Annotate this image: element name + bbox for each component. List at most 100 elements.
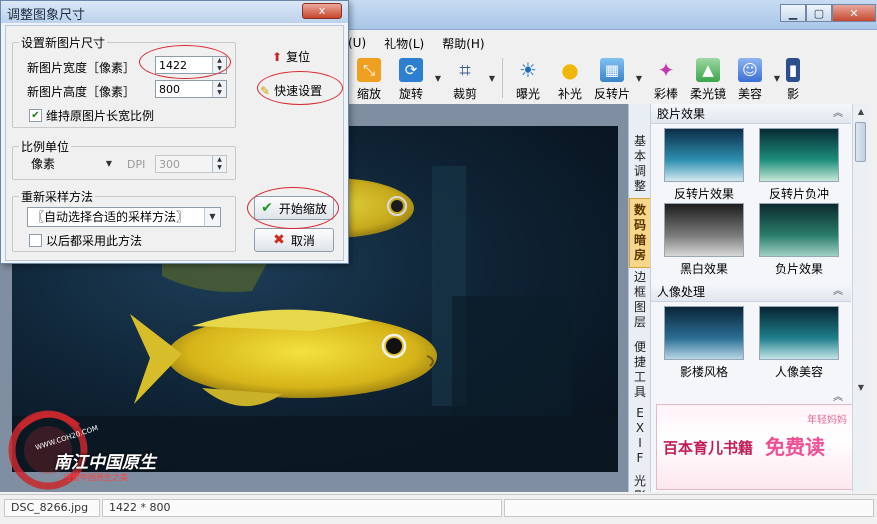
spin-up-icon[interactable]: ▲	[213, 81, 226, 89]
menu-gift[interactable]: 礼物(L)	[384, 35, 424, 52]
toolbar-separator	[502, 58, 503, 98]
toolbar-soft-lens-button[interactable]: ▲ 柔光镜	[687, 54, 729, 102]
checkmark-icon[interactable]: ✔	[29, 109, 42, 122]
thumb-reversal-negative[interactable]: 反转片负冲	[759, 128, 839, 202]
tab-basic-adjust[interactable]: 基本调整	[629, 134, 651, 194]
toolbar-shadow-label: 影	[786, 87, 799, 101]
quick-settings-button[interactable]: ✎ 快速设置	[260, 82, 322, 99]
maximize-icon: ▢	[813, 6, 825, 20]
dialog-titlebar[interactable]: 调整图象尺寸 x	[1, 1, 348, 23]
collapse-icon[interactable]: ︽	[833, 104, 843, 124]
toolbar-exposure-button[interactable]: ☀ 曝光	[507, 54, 549, 102]
thumb-image	[759, 128, 839, 182]
tab-exif[interactable]: EXIF	[629, 406, 651, 466]
toolbar-reversal-film-label: 反转片	[593, 87, 630, 101]
cancel-button[interactable]: ✖ 取消	[254, 228, 334, 252]
reset-button[interactable]: ⬆ 复位	[272, 48, 310, 65]
crop-icon: ⌗	[459, 58, 471, 82]
thumb-black-white[interactable]: 黑白效果	[664, 203, 744, 277]
start-resize-button[interactable]: ✔ 开始缩放	[254, 196, 334, 220]
width-input[interactable]	[156, 57, 212, 73]
toolbar-resize-button[interactable]: ⤡ 缩放	[348, 54, 390, 102]
group-resample-title: 重新采样方法	[19, 188, 96, 205]
toolbar-rotate-button[interactable]: ⟳ 旋转	[390, 54, 432, 102]
shadow-icon: ▮	[786, 58, 800, 82]
panel-scrollbar[interactable]: ▲ ▼	[852, 104, 868, 492]
section-portrait[interactable]: 人像处理 ︽	[651, 282, 851, 302]
rotate-icon: ⟳	[399, 58, 423, 82]
dpi-spin-buttons: ▲ ▼	[212, 156, 226, 172]
ad-banner[interactable]: 年轻妈妈 百本育儿书籍 免费读	[656, 404, 860, 490]
toolbar-reversal-film-button[interactable]: ▦ 反转片	[591, 54, 633, 102]
tab-frame-layer[interactable]: 边框图层	[629, 270, 651, 330]
toolbar-color-wand-label: 彩棒	[653, 87, 678, 101]
minimize-button[interactable]: ▁	[780, 4, 806, 22]
status-filename: DSC_8266.jpg	[4, 499, 100, 517]
minimize-icon: ▁	[788, 6, 798, 20]
height-spin-buttons[interactable]: ▲ ▼	[212, 81, 226, 97]
watermark-tagline: 守望中国原生之美	[64, 473, 128, 482]
scroll-thumb[interactable]	[855, 122, 866, 162]
remember-method-checkbox[interactable]: 以后都采用此方法	[29, 232, 142, 249]
soft-lens-icon: ▲	[696, 58, 720, 82]
section-film-effects[interactable]: 胶片效果 ︽	[651, 104, 851, 124]
tab-quick-tools[interactable]: 便捷工具	[629, 340, 651, 400]
thumb-studio-style[interactable]: 影楼风格	[664, 306, 744, 380]
maximize-button[interactable]: ▢	[806, 4, 832, 22]
tab-digital-darkroom-label: 数码暗房	[634, 203, 647, 262]
scroll-up-icon[interactable]: ▲	[853, 104, 869, 120]
thumb-reversal-film[interactable]: 反转片效果	[664, 128, 744, 202]
close-window-button[interactable]: ✕	[832, 4, 876, 22]
section-film-effects-title: 胶片效果	[657, 107, 706, 121]
menu-help[interactable]: 帮助(H)	[442, 35, 484, 52]
toolbar-beauty-button[interactable]: ☺ 美容	[729, 54, 771, 102]
scroll-down-icon[interactable]: ▼	[853, 380, 869, 396]
spin-down-icon[interactable]: ▼	[213, 89, 226, 97]
chevron-down-icon[interactable]: ▼	[101, 155, 117, 173]
watermark-brand: 南江中国原生	[54, 453, 156, 473]
thumb-portrait-beauty[interactable]: 人像美容	[759, 306, 839, 380]
beauty-icon: ☺	[738, 58, 762, 82]
width-spinner[interactable]: ▲▼	[155, 56, 227, 74]
width-label: 新图片宽度［像素］	[27, 61, 136, 75]
resample-method-value: 〖自动选择合适的采样方法〗	[32, 210, 189, 224]
unit-select-value: 像素	[31, 157, 56, 171]
spin-up-icon[interactable]: ▲	[213, 57, 226, 65]
dialog-close-button[interactable]: x	[302, 3, 342, 19]
color-wand-icon: ✦	[657, 58, 675, 82]
rotate-dropdown-arrow[interactable]: ▼	[432, 54, 444, 102]
toolbar-shadow-button[interactable]: ▮ 影	[783, 54, 803, 102]
toolbar-fill-light-button[interactable]: ● 补光	[549, 54, 591, 102]
tab-exif-label: EXIF	[635, 406, 645, 465]
resample-method-select[interactable]: 〖自动选择合适的采样方法〗 ▼	[27, 207, 221, 227]
collapse-icon[interactable]: ︽	[833, 282, 843, 302]
height-spinner[interactable]: ▲▼	[155, 80, 227, 98]
chevron-down-icon[interactable]: ▼	[204, 208, 220, 226]
toolbar-exposure-label: 曝光	[515, 87, 540, 101]
tab-digital-darkroom[interactable]: 数码暗房	[629, 198, 651, 268]
spin-down-icon: ▼	[217, 164, 222, 171]
toolbar-crop-button[interactable]: ⌗ 裁剪	[444, 54, 486, 102]
unit-select[interactable]: 像素 ▼	[27, 155, 117, 175]
checkmark-icon: ✔	[261, 200, 273, 216]
checkbox-empty-icon[interactable]	[29, 234, 42, 247]
start-resize-label: 开始缩放	[278, 201, 327, 216]
thumb-caption: 反转片负冲	[768, 187, 829, 201]
beauty-dropdown-arrow[interactable]: ▼	[771, 54, 783, 102]
cancel-label: 取消	[290, 233, 315, 248]
thumb-caption: 影楼风格	[679, 365, 728, 379]
spin-down-icon[interactable]: ▼	[213, 65, 226, 73]
reversal-dropdown-arrow[interactable]: ▼	[633, 54, 645, 102]
menu-view[interactable]: (U)	[348, 36, 366, 50]
crop-dropdown-arrow[interactable]: ▼	[486, 54, 498, 102]
keep-ratio-checkbox[interactable]: ✔ 维持原图片长宽比例	[29, 107, 154, 124]
width-spin-buttons[interactable]: ▲ ▼	[212, 57, 226, 73]
toolbar-color-wand-button[interactable]: ✦ 彩棒	[645, 54, 687, 102]
thumb-negative[interactable]: 负片效果	[759, 203, 839, 277]
expand-icon[interactable]: ︽	[651, 393, 851, 404]
status-empty	[504, 499, 874, 517]
dpi-spinner: ▲▼	[155, 155, 227, 173]
toolbar-crop-label: 裁剪	[452, 87, 477, 101]
tab-light-shadow[interactable]: 光影	[629, 474, 651, 492]
height-input[interactable]	[156, 81, 212, 97]
